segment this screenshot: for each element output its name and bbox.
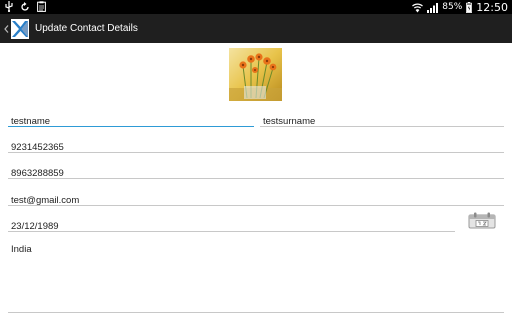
system-status: 85% 12:50	[412, 0, 508, 14]
contact-photo[interactable]	[229, 48, 282, 101]
phone-1-field[interactable]	[8, 135, 504, 156]
app-logo-icon[interactable]	[11, 18, 29, 39]
first-name-field[interactable]	[8, 109, 254, 130]
date-of-birth-input[interactable]	[8, 218, 455, 235]
last-name-input[interactable]	[260, 113, 504, 130]
page-title: Update Contact Details	[35, 23, 138, 34]
clock: 12:50	[476, 0, 508, 14]
email-input[interactable]	[8, 192, 504, 209]
sync-icon	[20, 1, 30, 12]
notification-icons	[4, 1, 46, 12]
status-bar: 85% 12:50	[0, 0, 512, 14]
battery-percent: 85%	[442, 2, 463, 12]
address-input[interactable]: India	[8, 241, 504, 312]
back-chevron-icon[interactable]	[2, 24, 10, 33]
last-name-field[interactable]	[260, 109, 504, 130]
date-of-birth-field[interactable]	[8, 214, 455, 235]
calendar-button[interactable]	[466, 212, 498, 230]
action-bar: Update Contact Details	[0, 14, 512, 43]
phone-2-field[interactable]	[8, 161, 504, 182]
address-field[interactable]: India	[8, 241, 504, 313]
phone-2-input[interactable]	[8, 165, 504, 182]
first-name-input[interactable]	[8, 113, 254, 130]
phone-1-input[interactable]	[8, 139, 504, 156]
usb-icon	[4, 1, 14, 12]
clipboard-icon	[36, 1, 46, 12]
calendar-icon	[468, 212, 496, 229]
email-field[interactable]	[8, 188, 504, 209]
